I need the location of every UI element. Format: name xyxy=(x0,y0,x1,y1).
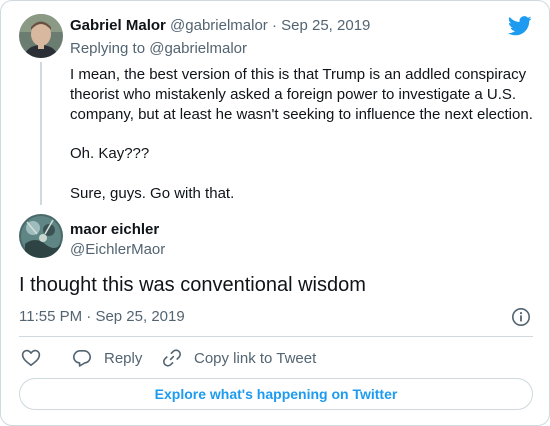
avatar-maor-eichler[interactable] xyxy=(19,214,63,258)
explore-twitter-button[interactable]: Explore what's happening on Twitter xyxy=(19,378,533,410)
main-author-name[interactable]: maor eichler xyxy=(70,221,159,238)
parent-tweet-paragraph-1: I mean, the best version of this is that… xyxy=(70,66,533,123)
parent-tweet-paragraph-3: Sure, guys. Go with that. xyxy=(70,185,235,202)
heart-icon xyxy=(21,348,41,368)
timestamp-separator: · xyxy=(86,308,92,325)
embedded-tweet-card: Gabriel Malor @gabrielmalor · Sep 25, 20… xyxy=(0,0,550,426)
replying-prefix: Replying to xyxy=(70,40,150,57)
copy-link-label: Copy link to Tweet xyxy=(194,349,317,367)
avatar-gabriel-malor[interactable] xyxy=(19,14,63,58)
tweet-time[interactable]: 11:55 PM xyxy=(19,308,82,325)
like-button[interactable] xyxy=(21,348,41,368)
timestamp-divider xyxy=(19,336,533,337)
link-icon xyxy=(162,348,182,368)
parent-tweet-header: Gabriel Malor @gabrielmalor · Sep 25, 20… xyxy=(70,17,370,34)
parent-author-handle[interactable]: @gabrielmalor xyxy=(170,17,268,34)
reply-button[interactable]: Reply xyxy=(72,348,142,368)
reply-label: Reply xyxy=(104,349,143,367)
copy-link-button[interactable]: Copy link to Tweet xyxy=(162,348,316,368)
reply-bubble-icon xyxy=(72,348,92,368)
main-tweet-timestamp[interactable]: 11:55 PM · Sep 25, 2019 xyxy=(19,308,185,325)
thread-connector-line xyxy=(40,62,42,205)
replying-to-line: Replying to @gabrielmalor xyxy=(70,40,247,57)
parent-tweet-date[interactable]: Sep 25, 2019 xyxy=(281,17,370,34)
info-icon[interactable] xyxy=(511,307,531,332)
tweet-date[interactable]: Sep 25, 2019 xyxy=(95,308,184,325)
main-author-handle[interactable]: @EichlerMaor xyxy=(70,241,165,258)
parent-tweet-paragraph-2: Oh. Kay??? xyxy=(70,145,150,162)
replying-to-handle[interactable]: @gabrielmalor xyxy=(149,40,247,57)
twitter-bird-icon[interactable] xyxy=(508,16,532,41)
header-separator: · xyxy=(271,17,277,34)
main-tweet-text: I thought this was conventional wisdom xyxy=(19,274,366,296)
parent-author-name[interactable]: Gabriel Malor xyxy=(70,17,166,34)
